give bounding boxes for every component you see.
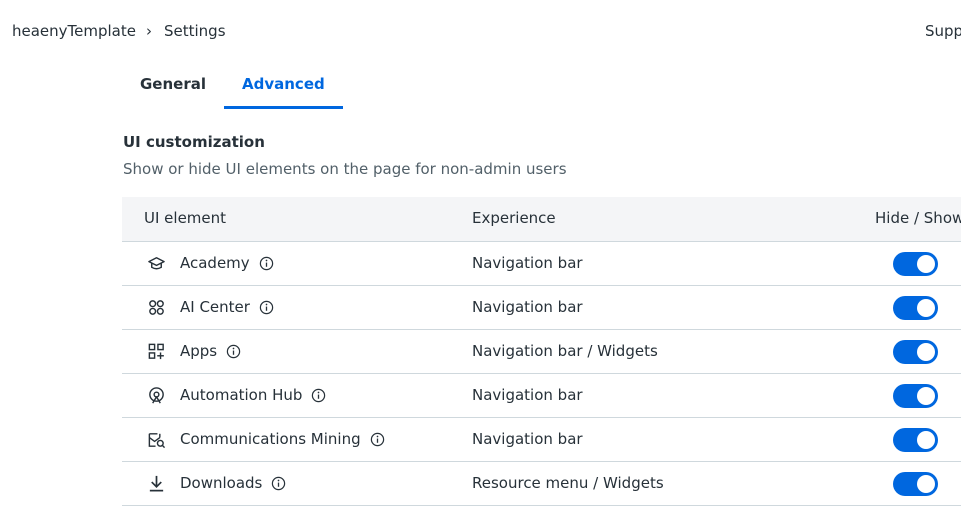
automation-hub-icon: [149, 387, 164, 404]
communications-mining-icon: [148, 433, 166, 449]
toggle-knob: [917, 431, 935, 449]
info-icon[interactable]: [370, 432, 385, 447]
toggle-knob: [917, 255, 935, 273]
ui-elements-table: UI element Experience Hide / Show Academ…: [122, 197, 961, 506]
settings-tabs: General Advanced: [123, 66, 343, 109]
element-name: Communications Mining: [180, 430, 361, 448]
table-row: Communications Mining Navigation bar: [122, 418, 961, 462]
academy-icon: [148, 257, 165, 270]
toggle-switch[interactable]: [893, 252, 938, 276]
element-name: Downloads: [180, 474, 263, 492]
toggle-switch[interactable]: [893, 296, 938, 320]
breadcrumb-parent-link[interactable]: heaenyTemplate: [12, 22, 136, 40]
experience-cell: Navigation bar: [472, 386, 583, 404]
table-header: UI element Experience Hide / Show: [122, 197, 961, 242]
info-icon[interactable]: [259, 300, 274, 315]
breadcrumb-current: Settings: [163, 22, 226, 40]
toggle-knob: [917, 475, 935, 493]
element-name: Automation Hub: [180, 386, 303, 404]
toggle-switch[interactable]: [893, 384, 938, 408]
toggle-knob: [917, 343, 935, 361]
info-icon[interactable]: [311, 388, 326, 403]
column-header-hide-show: Hide / Show: [875, 209, 961, 227]
chevron-right-icon: ›: [145, 22, 152, 40]
table-row: AI Center Navigation bar: [122, 286, 961, 330]
experience-cell: Navigation bar: [472, 254, 583, 272]
experience-cell: Navigation bar: [472, 430, 583, 448]
element-name: Academy: [180, 254, 250, 272]
toggle-switch[interactable]: [893, 340, 938, 364]
toggle-knob: [917, 387, 935, 405]
info-icon[interactable]: [259, 256, 274, 271]
support-link[interactable]: Supp: [925, 22, 961, 40]
section-title: UI customization: [123, 133, 265, 151]
table-row: Academy Navigation bar: [122, 242, 961, 286]
breadcrumb: heaenyTemplate › Settings: [12, 22, 226, 40]
download-icon: [149, 475, 164, 492]
ai-center-icon: [149, 300, 164, 315]
toggle-knob: [917, 299, 935, 317]
table-row: Apps Navigation bar / Widgets: [122, 330, 961, 374]
experience-cell: Resource menu / Widgets: [472, 474, 664, 492]
column-header-experience: Experience: [472, 209, 556, 227]
toggle-switch[interactable]: [893, 428, 938, 452]
element-name: Apps: [180, 342, 218, 360]
apps-icon: [148, 343, 164, 360]
column-header-ui-element: UI element: [144, 209, 227, 227]
element-name: AI Center: [180, 298, 250, 316]
experience-cell: Navigation bar: [472, 298, 583, 316]
tab-advanced[interactable]: Advanced: [224, 66, 343, 109]
section-description: Show or hide UI elements on the page for…: [123, 160, 567, 178]
info-icon[interactable]: [226, 344, 241, 359]
info-icon[interactable]: [271, 476, 286, 491]
tab-general[interactable]: General: [123, 66, 224, 109]
table-row: Automation Hub Navigation bar: [122, 374, 961, 418]
top-bar: heaenyTemplate › Settings Supp: [0, 0, 961, 60]
table-row: Downloads Resource menu / Widgets: [122, 462, 961, 506]
experience-cell: Navigation bar / Widgets: [472, 342, 658, 360]
toggle-switch[interactable]: [893, 472, 938, 496]
